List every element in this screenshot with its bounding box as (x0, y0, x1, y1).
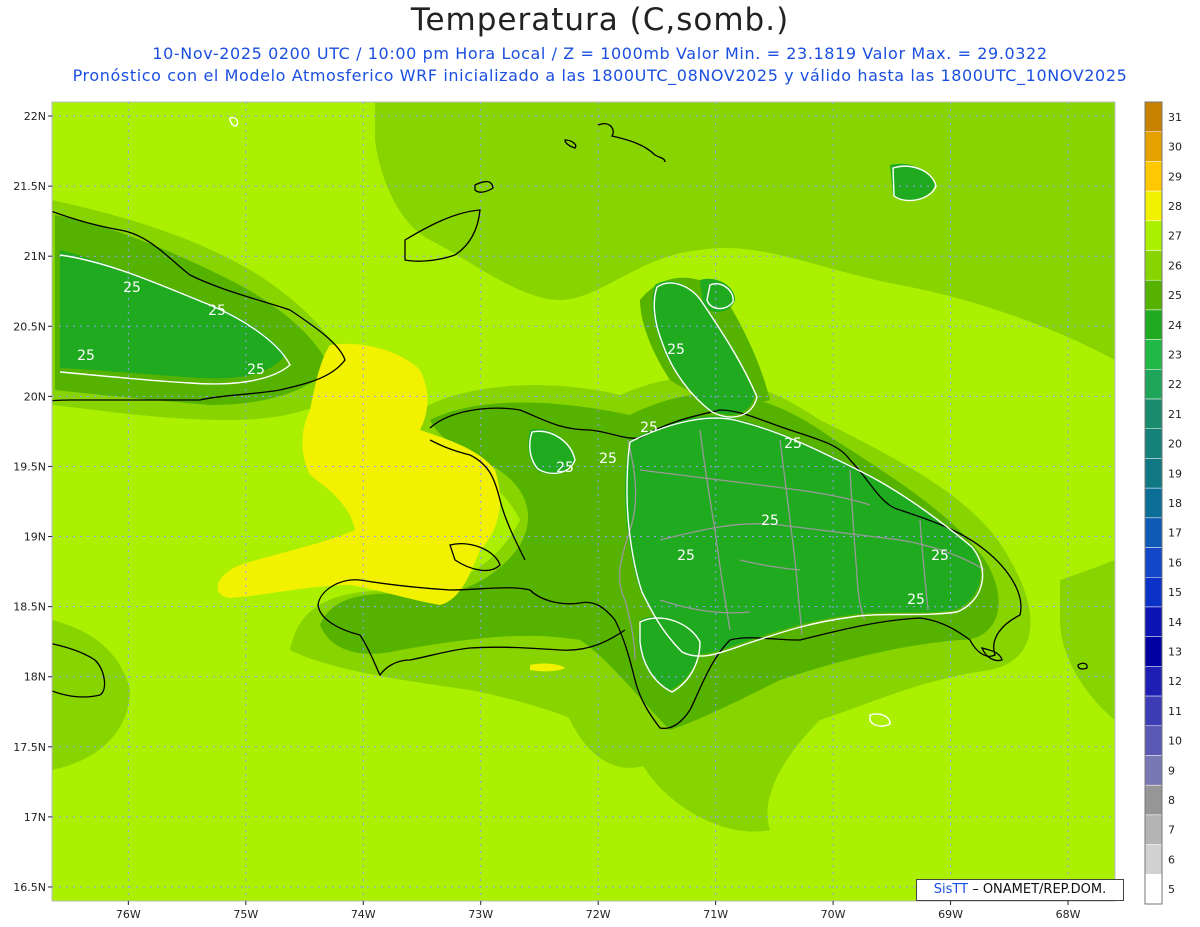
colorbar-label: 19 (1168, 467, 1182, 480)
colorbar-swatch (1144, 458, 1163, 489)
contour-label: 25 (247, 362, 265, 378)
lat-label: 22N (24, 110, 46, 123)
lat-label: 17.5N (13, 741, 46, 754)
colorbar-label: 24 (1168, 319, 1182, 332)
lon-label: 76W (116, 908, 141, 921)
colorbar-swatch (1144, 161, 1163, 192)
colorbar-label: 11 (1168, 705, 1182, 718)
contour-label: 25 (77, 348, 95, 364)
colorbar-label: 20 (1168, 438, 1182, 451)
lon-label: 68W (1056, 908, 1081, 921)
colorbar-swatch (1144, 279, 1163, 311)
colorbar-swatch (1144, 844, 1163, 875)
colorbar-label: 23 (1168, 348, 1182, 361)
colorbar-swatch (1144, 487, 1163, 519)
colorbar-swatch (1144, 666, 1163, 697)
lon-label: 71W (703, 908, 728, 921)
colorbar-label: 6 (1168, 853, 1175, 866)
colorbar-label: 25 (1168, 289, 1182, 302)
colorbar-label: 10 (1168, 735, 1182, 748)
lat-label: 18N (24, 671, 46, 684)
contour-label: 25 (761, 513, 779, 529)
lat-label: 20N (24, 390, 46, 403)
colorbar-swatch (1144, 131, 1163, 162)
colorbar-swatch (1144, 339, 1163, 370)
map-plot-area: 25 25 25 25 25 25 25 25 25 25 25 25 25 (52, 102, 1115, 901)
lon-label: 74W (351, 908, 376, 921)
colorbar-swatch (1144, 398, 1163, 429)
colorbar-swatch (1144, 547, 1163, 578)
colorbar-swatch (1144, 784, 1163, 816)
colorbar-label: 17 (1168, 527, 1182, 540)
colorbar-swatch (1144, 250, 1163, 281)
colorbar: 31 30 29 28 27 26 25 24 23 22 21 20 19 18 17 16 15 14 13 12… (1144, 101, 1182, 905)
credit-text: – ONAMET/REP.DOM. (968, 882, 1107, 897)
temperature-map: 25 25 25 25 25 25 25 25 25 25 25 25 25 22N 21.5N 21N 20… (13, 101, 1182, 921)
contour-label: 25 (667, 342, 685, 358)
longitude-labels: 76W 75W 74W 73W 72W 71W 70W 69W 68W (116, 901, 1081, 921)
credit-box: SisTT – ONAMET/REP.DOM. (916, 879, 1124, 901)
colorbar-swatch (1144, 309, 1163, 340)
contour-label: 25 (208, 303, 226, 319)
contour-label: 25 (556, 460, 574, 476)
colorbar-swatch (1144, 369, 1163, 400)
colorbar-label: 22 (1168, 378, 1182, 391)
contour-label: 25 (907, 592, 925, 608)
colorbar-swatch (1144, 725, 1163, 756)
colorbar-label: 16 (1168, 556, 1182, 569)
colorbar-swatch (1144, 428, 1163, 459)
lat-label: 17N (24, 811, 46, 824)
lon-label: 70W (821, 908, 846, 921)
colorbar-swatch (1144, 874, 1163, 905)
lat-label: 21N (24, 250, 46, 263)
contour-label: 25 (123, 280, 141, 296)
contour-label: 25 (599, 451, 617, 467)
colorbar-label: 9 (1168, 764, 1175, 777)
lat-label: 19N (24, 531, 46, 544)
lat-label: 18.5N (13, 601, 46, 614)
colorbar-swatch (1144, 577, 1163, 608)
lat-label: 20.5N (13, 320, 46, 333)
colorbar-label: 12 (1168, 675, 1182, 688)
contour-label: 25 (640, 420, 658, 436)
lat-label: 21.5N (13, 180, 46, 193)
contour-label: 25 (784, 436, 802, 452)
contour-label: 25 (677, 548, 695, 564)
lon-label: 72W (586, 908, 611, 921)
colorbar-label: 8 (1168, 794, 1175, 807)
lon-label: 73W (468, 908, 493, 921)
latitude-labels: 22N 21.5N 21N 20.5N 20N 19.5N 19N 18.5N 18N 17.5N… (13, 110, 52, 894)
colorbar-label: 29 (1168, 170, 1182, 183)
colorbar-label: 30 (1168, 141, 1182, 154)
colorbar-swatch (1144, 695, 1163, 727)
colorbar-label: 5 (1168, 883, 1175, 896)
colorbar-label: 26 (1168, 259, 1182, 272)
colorbar-label: 27 (1168, 230, 1182, 243)
contour-label: 25 (931, 548, 949, 564)
colorbar-swatch (1144, 814, 1163, 845)
colorbar-label: 21 (1168, 408, 1182, 421)
lat-label: 16.5N (13, 881, 46, 894)
colorbar-label: 18 (1168, 497, 1182, 510)
colorbar-label: 28 (1168, 200, 1182, 213)
colorbar-swatch (1144, 220, 1163, 251)
sistt-logo: SisTT (933, 882, 969, 897)
colorbar-swatch (1144, 101, 1163, 132)
lat-label: 19.5N (13, 460, 46, 473)
colorbar-swatch (1144, 190, 1163, 222)
colorbar-label: 31 (1168, 111, 1182, 124)
colorbar-label: 15 (1168, 586, 1182, 599)
colorbar-swatch (1144, 517, 1163, 548)
colorbar-label: 14 (1168, 616, 1182, 629)
colorbar-swatch (1144, 606, 1163, 637)
colorbar-label: 13 (1168, 646, 1182, 659)
colorbar-swatch (1144, 755, 1163, 786)
colorbar-label: 7 (1168, 824, 1175, 837)
colorbar-swatch (1144, 636, 1163, 667)
lon-label: 69W (938, 908, 963, 921)
lon-label: 75W (233, 908, 258, 921)
